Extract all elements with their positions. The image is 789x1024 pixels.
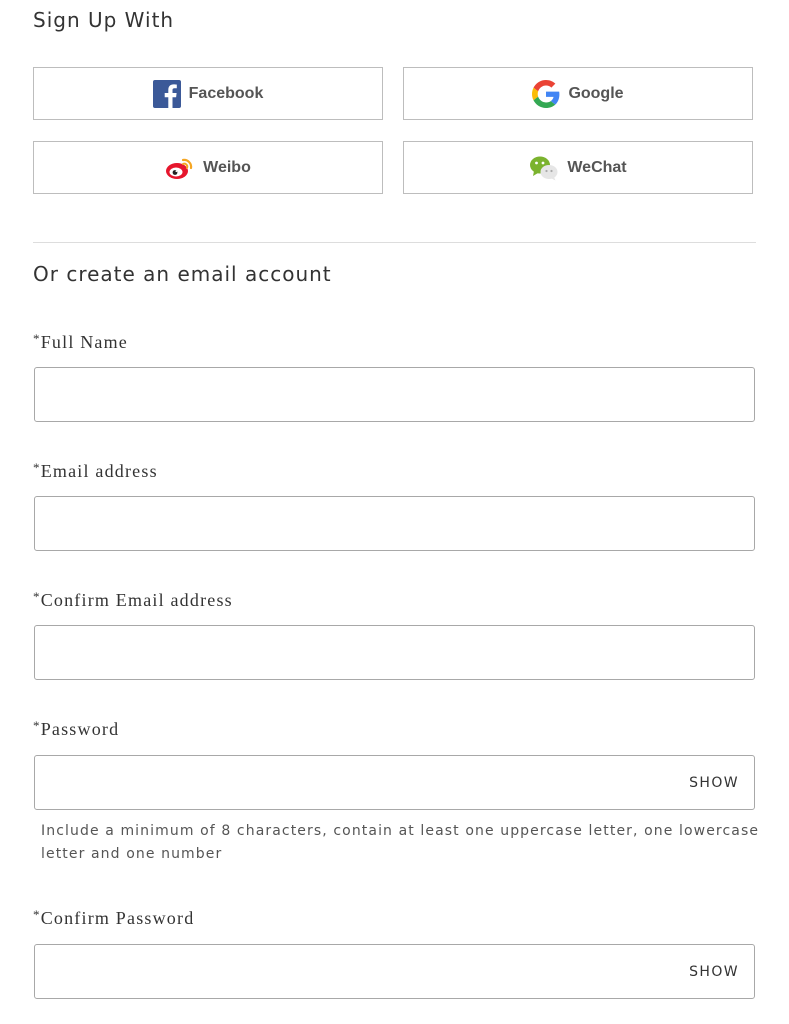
confirm-email-input[interactable]: [35, 626, 683, 679]
required-marker: *: [33, 907, 41, 922]
confirm-password-label: *Confirm Password: [33, 907, 195, 928]
google-label: Google: [568, 84, 624, 102]
required-marker: *: [33, 460, 41, 475]
show-confirm-password-button[interactable]: SHOW: [689, 964, 739, 980]
required-marker: *: [33, 718, 41, 733]
email-field[interactable]: [34, 496, 755, 551]
signup-title: Sign Up With: [33, 8, 175, 32]
section-divider: [33, 242, 756, 243]
weibo-button[interactable]: Weibo: [33, 141, 383, 194]
wechat-icon: [529, 155, 559, 181]
required-marker: *: [33, 589, 41, 604]
google-button[interactable]: Google: [403, 67, 753, 120]
email-input[interactable]: [35, 497, 683, 550]
show-password-button[interactable]: SHOW: [689, 775, 739, 791]
wechat-label: WeChat: [567, 158, 627, 176]
full-name-label: *Full Name: [33, 331, 128, 352]
facebook-label: Facebook: [188, 84, 264, 102]
required-marker: *: [33, 331, 41, 346]
password-hint: Include a minimum of 8 characters, conta…: [41, 823, 760, 862]
email-label: *Email address: [33, 460, 158, 481]
confirm-password-field[interactable]: SHOW: [34, 944, 755, 999]
password-field[interactable]: SHOW: [34, 755, 755, 810]
password-label: *Password: [33, 718, 120, 739]
confirm-password-input[interactable]: [35, 945, 683, 998]
weibo-label: Weibo: [203, 158, 251, 176]
wechat-button[interactable]: WeChat: [403, 141, 753, 194]
full-name-field[interactable]: [34, 367, 755, 422]
confirm-email-label: *Confirm Email address: [33, 589, 233, 610]
facebook-icon: [152, 79, 181, 108]
full-name-input[interactable]: [35, 368, 683, 421]
facebook-button[interactable]: Facebook: [33, 67, 383, 120]
google-icon: [532, 79, 560, 108]
email-section-title: Or create an email account: [33, 262, 332, 286]
confirm-email-field[interactable]: [34, 625, 755, 680]
weibo-icon: [165, 155, 195, 181]
password-input[interactable]: [35, 756, 683, 809]
